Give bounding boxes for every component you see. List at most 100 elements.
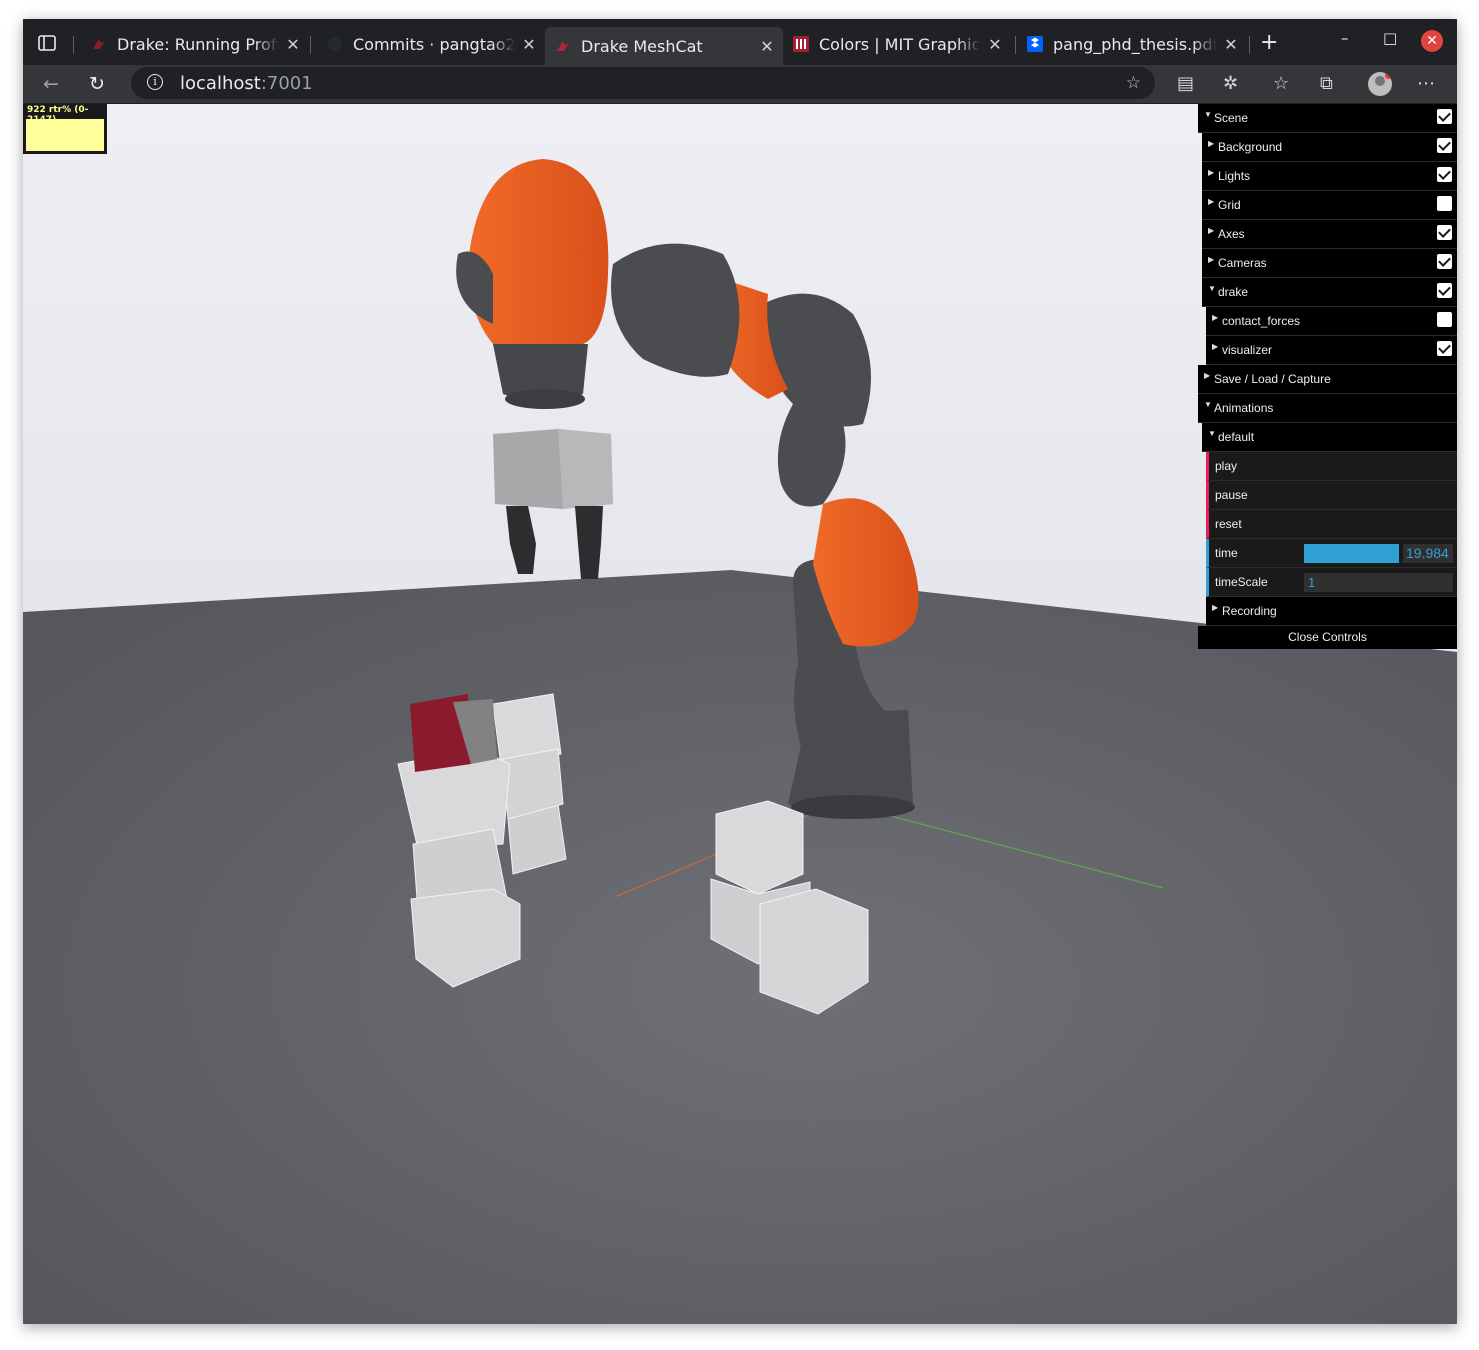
gui-folder-background[interactable]: ▶ Background: [1202, 133, 1457, 162]
tab-title: Colors | MIT Graphic Identity: [819, 34, 981, 54]
tab-drake-meshcat[interactable]: Drake MeshCat ✕: [545, 27, 783, 65]
close-tab-icon[interactable]: ✕: [521, 35, 537, 54]
drake-logo-icon: [557, 41, 569, 51]
chevron-right-icon: ▶: [1212, 313, 1219, 322]
gui-label: Background: [1218, 140, 1283, 154]
gui-folder-contact-forces[interactable]: ▶ contact_forces: [1206, 307, 1457, 336]
cameras-visibility-checkbox[interactable]: [1437, 254, 1452, 269]
tab-actions-icon[interactable]: [37, 33, 57, 53]
close-tab-icon[interactable]: ✕: [285, 35, 301, 54]
close-controls-button[interactable]: Close Controls: [1198, 626, 1457, 649]
extensions-icon[interactable]: ✲: [1223, 73, 1238, 94]
tab-separator: [1015, 36, 1016, 54]
favorites-icon[interactable]: ☆: [1273, 73, 1289, 94]
tab-separator: [310, 36, 311, 54]
grid-visibility-checkbox[interactable]: [1437, 196, 1452, 211]
gui-label: play: [1215, 459, 1238, 473]
chevron-right-icon: ▶: [1212, 603, 1219, 612]
chevron-right-icon: ▶: [1208, 168, 1215, 177]
timescale-input[interactable]: 1: [1304, 573, 1453, 592]
controls-panel: ▼ Scene ▶ Background ▶ Lights ▶ Grid ▶ Axes ▶…: [1198, 104, 1457, 649]
browser-toolbar: ← ↻ i localhost:7001 ☆ ▤ ✲ ☆ ⧉ ⋯: [23, 65, 1457, 103]
gui-folder-scene[interactable]: ▼ Scene: [1198, 104, 1457, 133]
gui-folder-default[interactable]: ▼ default: [1202, 423, 1457, 452]
gui-folder-grid[interactable]: ▶ Grid: [1202, 191, 1457, 220]
reset-button[interactable]: reset: [1206, 510, 1457, 539]
chevron-right-icon: ▶: [1208, 139, 1215, 148]
close-window-button[interactable]: ✕: [1421, 30, 1443, 52]
gui-label: Animations: [1214, 401, 1274, 415]
chevron-right-icon: ▶: [1208, 197, 1215, 206]
tab-phd-thesis[interactable]: pang_phd_thesis.pdf ✕: [1017, 27, 1247, 61]
gui-label: default: [1218, 430, 1255, 444]
gui-label: time: [1215, 546, 1238, 560]
address-bar[interactable]: i localhost:7001 ☆: [131, 67, 1155, 99]
gui-folder-lights[interactable]: ▶ Lights: [1202, 162, 1457, 191]
chevron-right-icon: ▶: [1208, 255, 1215, 264]
gui-folder-save-load-capture[interactable]: ▶ Save / Load / Capture: [1198, 365, 1457, 394]
minimize-button[interactable]: –: [1341, 29, 1349, 47]
add-favorite-icon[interactable]: ☆: [1126, 73, 1141, 93]
time-control: time 19.984: [1206, 539, 1457, 568]
background-visibility-checkbox[interactable]: [1437, 138, 1452, 153]
maximize-button[interactable]: □: [1383, 29, 1397, 47]
timescale-control: timeScale 1: [1206, 568, 1457, 597]
tab-commits[interactable]: Commits · pangtao22/robotics ✕: [317, 27, 545, 61]
stats-graph: [26, 119, 104, 151]
profile-avatar[interactable]: [1368, 72, 1392, 96]
gui-folder-axes[interactable]: ▶ Axes: [1202, 220, 1457, 249]
gui-folder-drake[interactable]: ▼ drake: [1202, 278, 1457, 307]
visualizer-visibility-checkbox[interactable]: [1437, 341, 1452, 356]
tab-drake-profiling[interactable]: Drake: Running Profiling ✕: [81, 27, 309, 61]
mit-logo-icon: [793, 36, 809, 52]
chevron-down-icon: ▼: [1208, 429, 1216, 438]
close-tab-icon[interactable]: ✕: [759, 37, 775, 56]
reload-icon[interactable]: ↻: [89, 73, 105, 95]
chevron-down-icon: ▼: [1208, 284, 1216, 293]
gui-label: drake: [1218, 285, 1249, 299]
tab-bar: Drake: Running Profiling ✕ Commits · pan…: [23, 19, 1457, 65]
pause-button[interactable]: pause: [1206, 481, 1457, 510]
url-text[interactable]: localhost:7001: [180, 73, 313, 94]
gui-label: reset: [1215, 517, 1242, 531]
drake-visibility-checkbox[interactable]: [1437, 283, 1452, 298]
stats-panel[interactable]: 922 rtr% (0-2147): [23, 104, 107, 154]
github-icon: [328, 37, 342, 51]
gui-label: Grid: [1218, 198, 1241, 212]
time-value-input[interactable]: 19.984: [1403, 544, 1453, 563]
gui-label: pause: [1215, 488, 1248, 502]
gui-folder-recording[interactable]: ▶ Recording: [1206, 597, 1457, 626]
chevron-down-icon: ▼: [1204, 110, 1212, 119]
site-info-icon[interactable]: i: [147, 74, 163, 90]
close-tab-icon[interactable]: ✕: [1223, 35, 1239, 54]
time-slider[interactable]: [1304, 544, 1399, 563]
new-tab-button[interactable]: +: [1260, 30, 1278, 55]
lights-visibility-checkbox[interactable]: [1437, 167, 1452, 182]
reading-view-icon[interactable]: ▤: [1177, 73, 1194, 94]
tab-title: Drake MeshCat: [581, 36, 703, 56]
tab-separator: [1249, 36, 1250, 54]
close-tab-icon[interactable]: ✕: [987, 35, 1003, 54]
play-button[interactable]: play: [1206, 452, 1457, 481]
axes-visibility-checkbox[interactable]: [1437, 225, 1452, 240]
more-menu-icon[interactable]: ⋯: [1417, 73, 1435, 94]
scene-visibility-checkbox[interactable]: [1437, 109, 1452, 124]
tab-title: pang_phd_thesis.pdf: [1053, 34, 1217, 54]
gui-label: Scene: [1214, 111, 1249, 125]
gui-folder-animations[interactable]: ▼ Animations: [1198, 394, 1457, 423]
gui-label: visualizer: [1222, 343, 1273, 357]
tab-mit-colors[interactable]: Colors | MIT Graphic Identity ✕: [783, 27, 1011, 61]
chevron-down-icon: ▼: [1204, 400, 1212, 409]
gui-folder-cameras[interactable]: ▶ Cameras: [1202, 249, 1457, 278]
gui-label: Lights: [1218, 169, 1251, 183]
drake-logo-icon: [93, 39, 105, 49]
meshcat-viewport[interactable]: 922 rtr% (0-2147) ▼Scene ▶Background ▶Li…: [23, 104, 1457, 1324]
url-host: localhost: [180, 73, 261, 94]
contact-forces-visibility-checkbox[interactable]: [1437, 312, 1452, 327]
gui-label: Axes: [1218, 227, 1245, 241]
gui-folder-visualizer[interactable]: ▶ visualizer: [1206, 336, 1457, 365]
gui-label: contact_forces: [1222, 314, 1301, 328]
collections-icon[interactable]: ⧉: [1320, 73, 1333, 94]
gui-label: Save / Load / Capture: [1214, 372, 1331, 386]
back-arrow-icon[interactable]: ←: [43, 73, 59, 95]
